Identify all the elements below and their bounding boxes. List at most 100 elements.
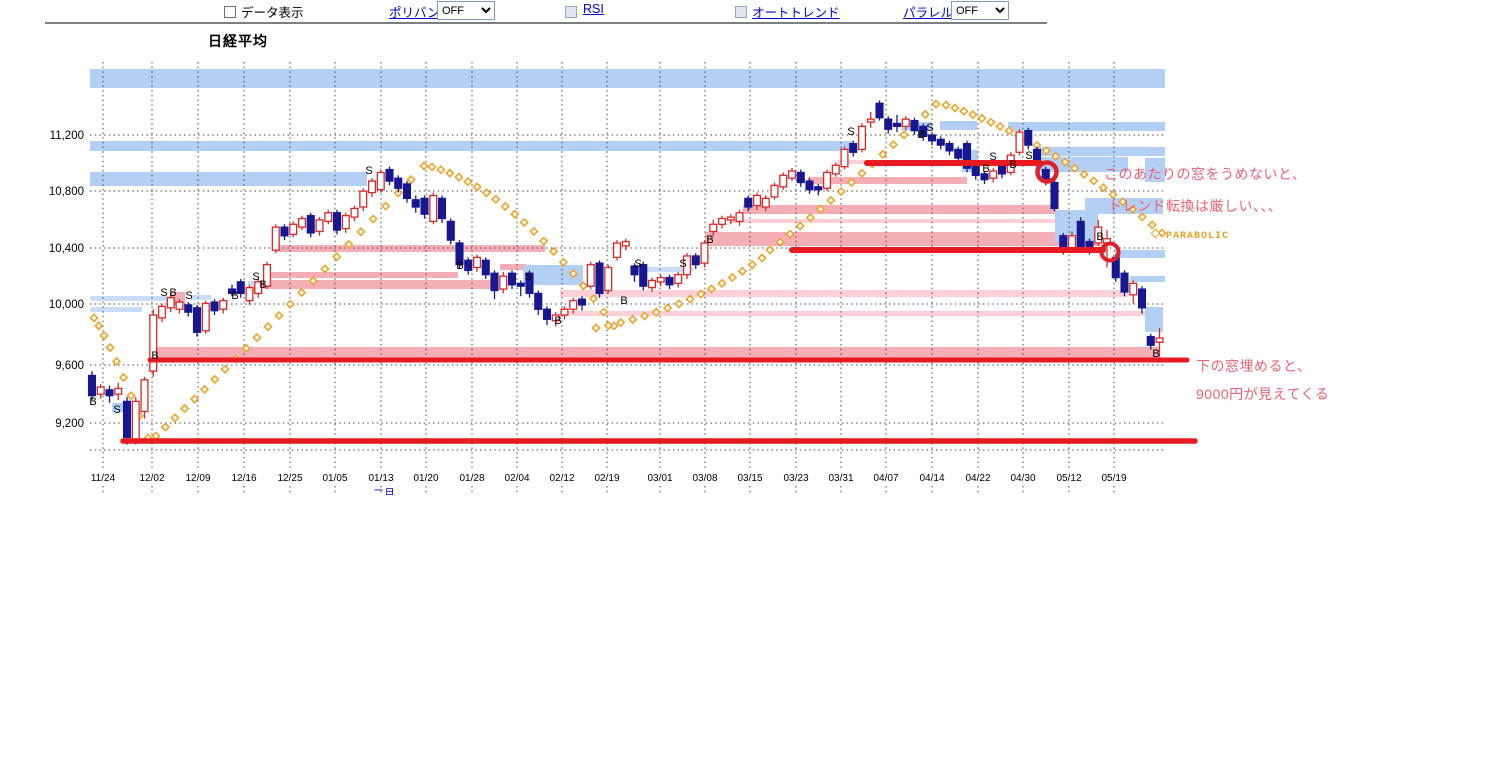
y-tick-label: 11,200 bbox=[50, 130, 84, 142]
x-tick-label: 01/13 bbox=[368, 473, 393, 484]
candle bbox=[106, 390, 113, 396]
candle bbox=[955, 149, 962, 158]
autotrend-checkbox-wrap bbox=[735, 3, 747, 21]
y-tick-label: 10,400 bbox=[49, 243, 84, 255]
candle bbox=[430, 195, 437, 221]
data-display-checkbox[interactable] bbox=[224, 6, 236, 18]
candle bbox=[246, 288, 253, 301]
annotation-upper-window-1: このあたりの窓をうめないと、 bbox=[1104, 164, 1306, 184]
month-axis-note: 二月 bbox=[373, 485, 395, 495]
signal-B: B bbox=[259, 279, 266, 291]
candle bbox=[1025, 131, 1032, 145]
candle bbox=[89, 375, 96, 395]
candle bbox=[841, 149, 848, 166]
bollinger-link[interactable]: ポリバン bbox=[389, 2, 440, 21]
bollinger-select[interactable]: OFF bbox=[437, 1, 495, 20]
x-axis-labels: 11/2412/0212/0912/1612/2501/0501/1301/20… bbox=[91, 473, 1127, 484]
candle bbox=[281, 227, 288, 236]
x-tick-label: 05/12 bbox=[1056, 473, 1081, 484]
candle bbox=[491, 273, 498, 290]
x-tick-label: 12/25 bbox=[277, 473, 302, 484]
candle bbox=[701, 243, 708, 263]
candle bbox=[736, 213, 743, 222]
x-tick-label: 04/22 bbox=[965, 473, 990, 484]
annotation-lower-window-2: 9000円が見えてくる bbox=[1196, 384, 1329, 404]
signal-B: B bbox=[151, 350, 158, 362]
x-tick-label: 11/24 bbox=[91, 473, 116, 484]
candle bbox=[867, 119, 874, 122]
gap-window-bands-pink bbox=[150, 160, 1160, 358]
x-tick-label: 04/30 bbox=[1010, 473, 1035, 484]
candle bbox=[902, 119, 909, 126]
candle bbox=[194, 308, 201, 332]
candle bbox=[797, 172, 804, 182]
toolbar-separator bbox=[45, 22, 1047, 24]
candle bbox=[876, 103, 883, 117]
candle bbox=[972, 165, 979, 175]
signal-S: S bbox=[160, 287, 167, 299]
signal-B: B bbox=[1152, 348, 1159, 360]
signal-B: B bbox=[169, 287, 176, 299]
candle bbox=[220, 301, 227, 310]
annotation-upper-window-2: トレンド転換は厳しい、、、 bbox=[1108, 196, 1283, 216]
candle bbox=[666, 278, 673, 285]
candle bbox=[832, 165, 839, 174]
candle bbox=[132, 401, 139, 440]
candle bbox=[465, 260, 472, 270]
candle bbox=[1077, 221, 1084, 250]
candle bbox=[649, 280, 656, 287]
x-tick-label: 03/08 bbox=[692, 473, 717, 484]
candle bbox=[369, 181, 376, 193]
candle bbox=[815, 187, 822, 190]
rsi-checkbox-wrap bbox=[565, 3, 577, 21]
signal-S: S bbox=[113, 404, 120, 416]
candle bbox=[377, 172, 384, 189]
signal-B: B bbox=[1096, 231, 1103, 243]
candle bbox=[97, 387, 104, 394]
x-tick-label: 02/19 bbox=[594, 473, 619, 484]
rsi-checkbox[interactable] bbox=[565, 6, 577, 18]
signal-B: B bbox=[231, 290, 238, 302]
candle bbox=[850, 144, 857, 153]
signal-B: B bbox=[89, 396, 96, 408]
candle bbox=[386, 170, 393, 182]
candle bbox=[307, 216, 314, 233]
candle bbox=[579, 299, 586, 305]
y-axis-labels: 11,20010,80010,40010,0009,6009,200 bbox=[49, 130, 84, 430]
autotrend-checkbox[interactable] bbox=[735, 6, 747, 18]
parabolic-diamond-icon bbox=[1151, 229, 1161, 239]
candle bbox=[360, 191, 367, 207]
x-tick-label: 03/15 bbox=[737, 473, 762, 484]
candle bbox=[176, 302, 183, 309]
rsi-link[interactable]: RSI bbox=[583, 2, 604, 16]
candle bbox=[675, 275, 682, 284]
candle bbox=[929, 135, 936, 141]
candle bbox=[622, 242, 629, 246]
candle bbox=[447, 221, 454, 240]
candle bbox=[780, 175, 787, 187]
candle bbox=[1051, 183, 1058, 209]
candle bbox=[999, 165, 1006, 174]
candle bbox=[124, 401, 131, 437]
candle bbox=[334, 213, 341, 230]
candle bbox=[754, 195, 761, 205]
candle bbox=[439, 198, 446, 218]
y-tick-label: 10,000 bbox=[49, 299, 84, 311]
parallel-link[interactable]: パラレル bbox=[903, 2, 953, 21]
candle bbox=[342, 216, 349, 229]
candle bbox=[1156, 338, 1163, 342]
candle bbox=[167, 298, 174, 308]
candle bbox=[150, 315, 157, 371]
signal-S: S bbox=[926, 122, 933, 134]
x-tick-label: 12/16 bbox=[231, 473, 256, 484]
signal-S: S bbox=[679, 258, 686, 270]
candle bbox=[596, 263, 603, 293]
parallel-select[interactable]: OFF bbox=[951, 1, 1009, 20]
candle bbox=[272, 227, 279, 250]
candle bbox=[885, 119, 892, 129]
candle bbox=[946, 144, 953, 151]
candle bbox=[412, 200, 419, 207]
y-tick-label: 9,200 bbox=[55, 418, 84, 430]
autotrend-link[interactable]: オートトレンド bbox=[752, 2, 840, 21]
signal-S: S bbox=[989, 151, 996, 163]
